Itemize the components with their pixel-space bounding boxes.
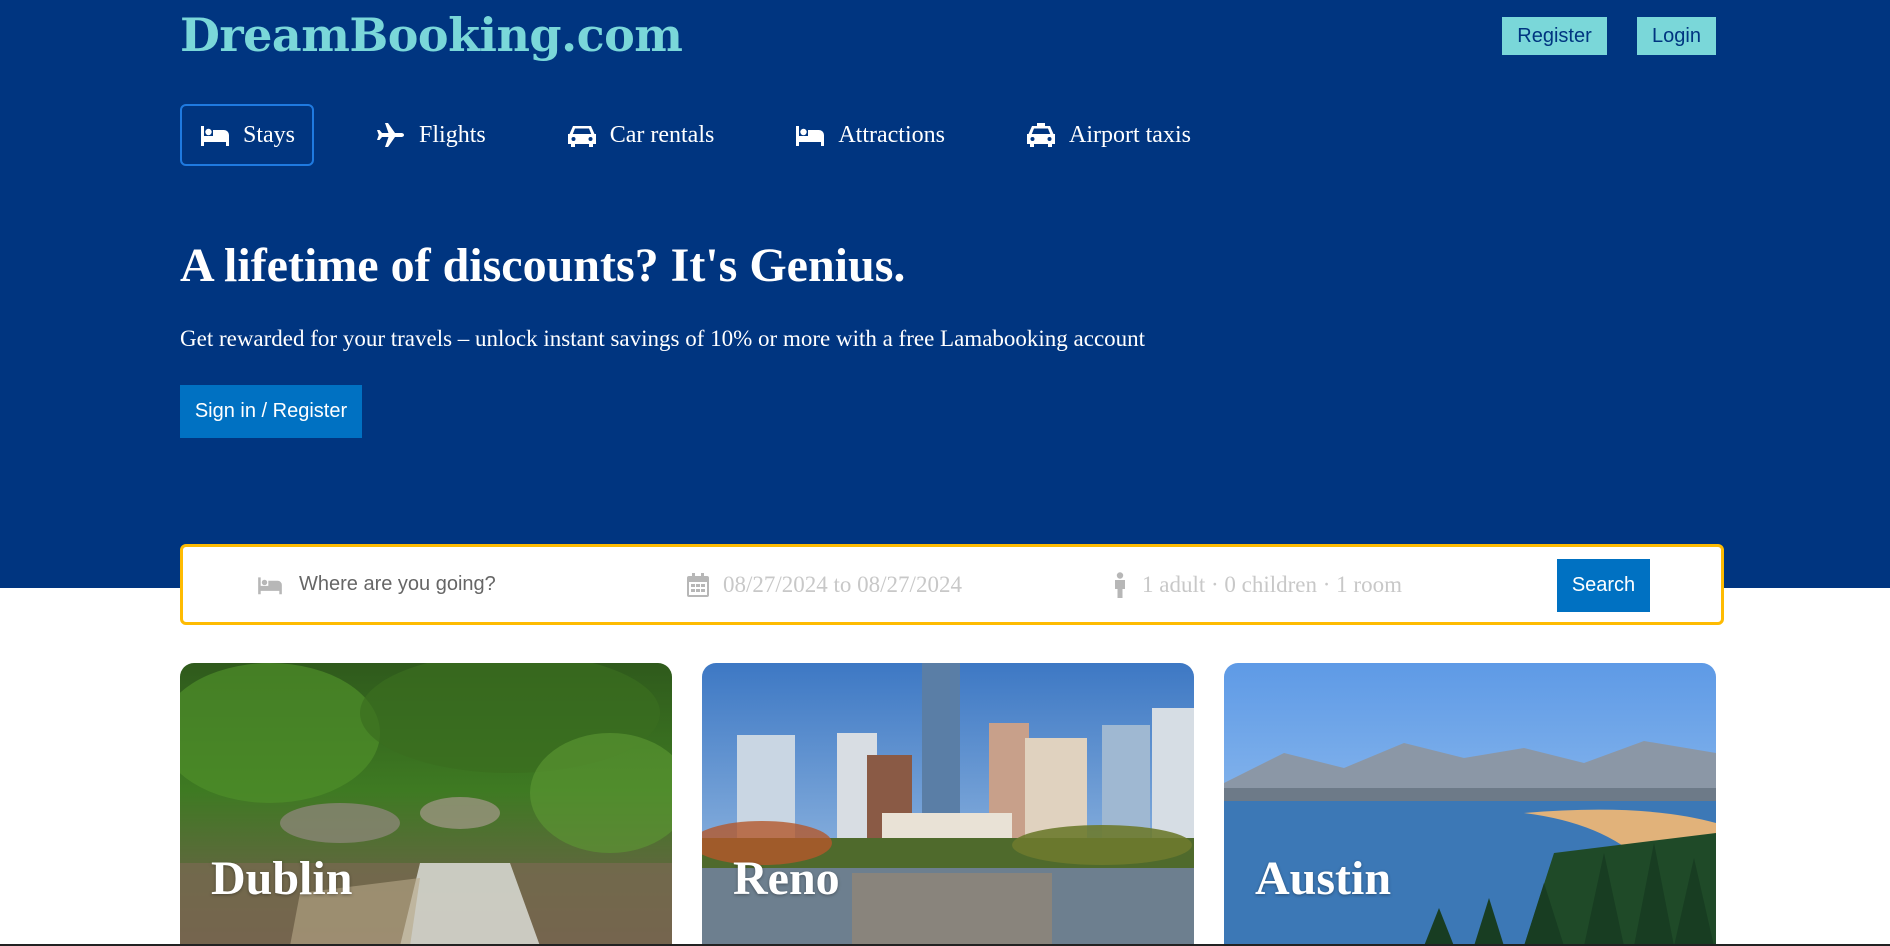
site-logo[interactable]: DreamBooking.com (180, 8, 683, 62)
login-button[interactable]: Login (1637, 17, 1716, 55)
person-icon (1112, 571, 1128, 598)
date-range-text: 08/27/2024 to 08/27/2024 (723, 571, 962, 597)
header: DreamBooking.com Register Login Stays Fl… (0, 0, 1890, 588)
nav-label: Car rentals (609, 121, 715, 148)
city-title: Dublin (211, 852, 353, 905)
sign-in-register-button[interactable]: Sign in / Register (180, 385, 362, 438)
plane-icon (375, 122, 407, 148)
bed-icon (255, 574, 285, 596)
nav-label: Airport taxis (1068, 121, 1191, 148)
nav-label: Flights (419, 121, 486, 148)
city-card-dublin[interactable]: Dublin (180, 663, 672, 946)
destination-field[interactable] (255, 547, 645, 622)
bed-icon (794, 122, 826, 148)
nav-item-flights[interactable]: Flights (356, 104, 505, 166)
search-button[interactable]: Search (1557, 559, 1650, 612)
bed-icon (199, 122, 231, 148)
nav-item-attractions[interactable]: Attractions (775, 104, 964, 166)
destination-input[interactable] (299, 573, 619, 596)
nav-label: Stays (243, 121, 296, 148)
taxi-icon (1025, 122, 1057, 148)
nav-item-airport-taxis[interactable]: Airport taxis (1006, 104, 1210, 166)
date-range-field[interactable]: 08/27/2024 to 08/27/2024 (687, 547, 1047, 622)
car-icon (566, 122, 598, 148)
nav-item-car-rentals[interactable]: Car rentals (547, 104, 734, 166)
register-button[interactable]: Register (1502, 17, 1607, 55)
city-card-reno[interactable]: Reno (702, 663, 1194, 946)
hero-subtitle: Get rewarded for your travels – unlock i… (180, 326, 1146, 351)
hero-title: A lifetime of discounts? It's Genius. (180, 239, 906, 292)
nav-item-stays[interactable]: Stays (180, 104, 315, 166)
city-card-austin[interactable]: Austin (1224, 663, 1716, 946)
guests-text: 1 adult · 0 children · 1 room (1142, 571, 1402, 597)
main-nav: Stays Flights Car rentals Attractions Ai… (180, 104, 1252, 166)
search-bar: 08/27/2024 to 08/27/2024 1 adult · 0 chi… (180, 544, 1724, 625)
nav-label: Attractions (838, 121, 945, 148)
city-title: Austin (1255, 852, 1392, 905)
guests-field[interactable]: 1 adult · 0 children · 1 room (1112, 547, 1502, 622)
city-title: Reno (733, 852, 840, 905)
calendar-icon (687, 572, 709, 597)
